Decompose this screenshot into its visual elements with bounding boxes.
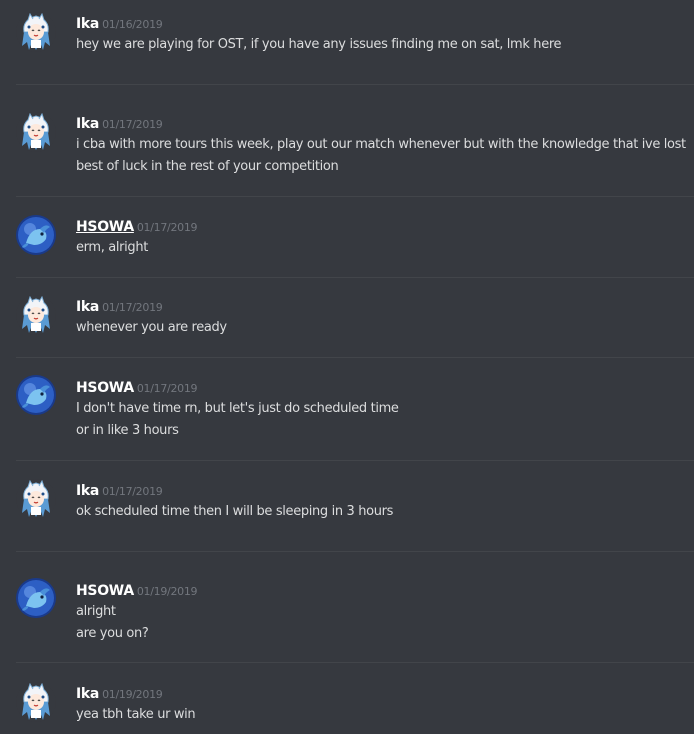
message-author[interactable]: Ika (76, 16, 99, 32)
message-author[interactable]: Ika (76, 483, 99, 499)
message-divider (16, 196, 694, 197)
ika-avatar-icon[interactable] (16, 479, 56, 519)
message-divider (16, 460, 694, 461)
message-text: I don't have time rn, but let's just do … (76, 401, 399, 416)
message-author[interactable]: HSOWA (76, 583, 134, 599)
message-timestamp: 01/17/2019 (102, 301, 163, 314)
message-text: alright (76, 604, 116, 619)
message-divider (16, 357, 694, 358)
message-timestamp: 01/17/2019 (102, 485, 163, 498)
message-divider (16, 277, 694, 278)
hsowa-avatar-icon[interactable] (16, 215, 56, 255)
ika-avatar-icon[interactable] (16, 112, 56, 152)
message-author[interactable]: Ika (76, 299, 99, 315)
message-timestamp: 01/17/2019 (136, 382, 198, 395)
ika-avatar-icon[interactable] (16, 12, 56, 52)
message-text: i cba with more tours this week, play ou… (76, 137, 686, 152)
message-timestamp: 01/17/2019 (102, 118, 163, 131)
message-timestamp: 01/16/2019 (102, 18, 163, 31)
message-text: hey we are playing for OST, if you have … (76, 37, 562, 52)
message-author[interactable]: HSOWA (76, 219, 134, 235)
hsowa-avatar-icon[interactable] (16, 578, 56, 618)
message-text: best of luck in the rest of your competi… (76, 159, 339, 174)
message-timestamp: 01/19/2019 (102, 688, 163, 701)
message-text: ok scheduled time then I will be sleepin… (76, 504, 394, 519)
ika-avatar-icon[interactable] (16, 295, 56, 335)
ika-avatar-icon[interactable] (16, 682, 56, 722)
message-timestamp: 01/19/2019 (136, 585, 198, 598)
message-divider (16, 662, 694, 663)
message-author[interactable]: Ika (76, 686, 99, 702)
message-author[interactable]: Ika (76, 116, 99, 132)
message-text: yea tbh take ur win (76, 707, 196, 722)
message-text: whenever you are ready (76, 320, 227, 335)
message-divider (16, 84, 694, 85)
message-text: or in like 3 hours (76, 423, 179, 438)
message-timestamp: 01/17/2019 (136, 221, 198, 234)
message-divider (16, 551, 694, 552)
message-text: are you on? (76, 626, 149, 641)
hsowa-avatar-icon[interactable] (16, 375, 56, 415)
message-text: erm, alright (76, 240, 148, 255)
message-author[interactable]: HSOWA (76, 380, 134, 396)
